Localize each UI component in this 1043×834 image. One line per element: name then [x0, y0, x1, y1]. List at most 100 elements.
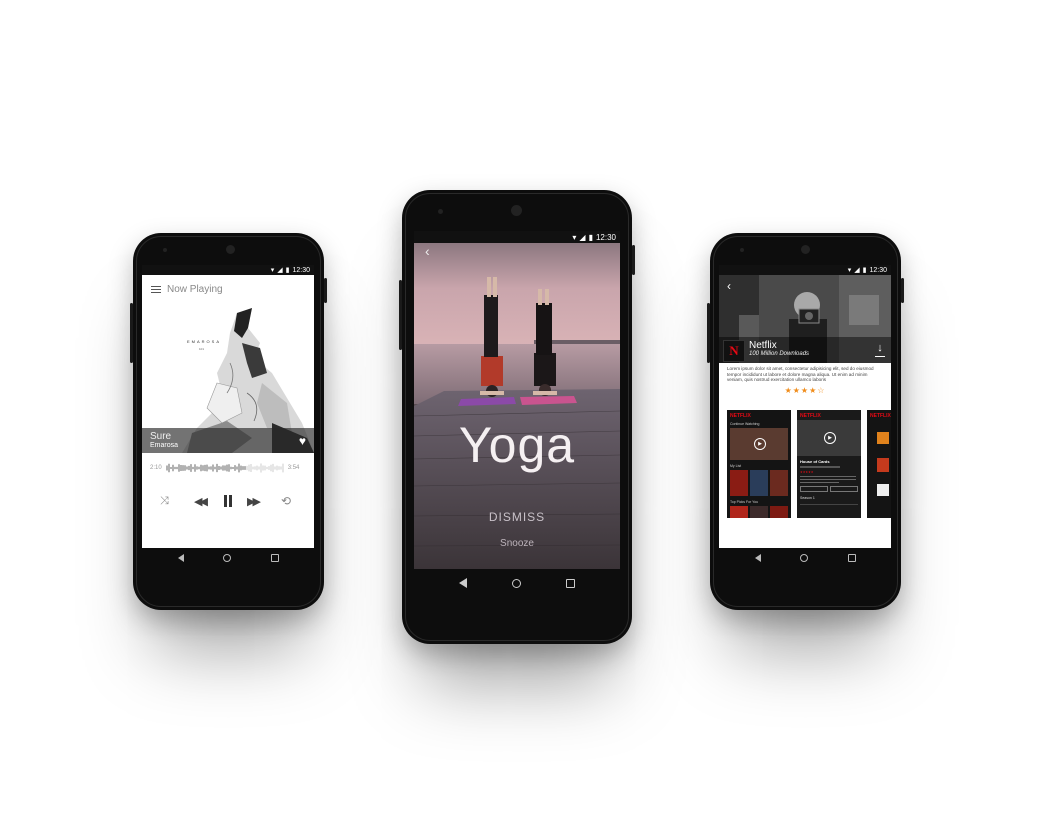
shot-season-label: Season 1 — [800, 496, 815, 500]
front-camera — [801, 245, 810, 254]
nav-bar — [158, 550, 299, 566]
screenshot-carousel[interactable]: NETFLIX Continue Watching ▶ My List Top … — [727, 410, 891, 518]
shot-episode — [800, 504, 858, 511]
phone-yoga: ▾ ◢ ▮ 12:30 ‹ Yoga DISMISS Snooze — [399, 190, 635, 644]
heart-icon[interactable]: ♥ — [299, 434, 306, 448]
wifi-icon: ▾ — [270, 267, 275, 274]
star-icon: ★ — [792, 386, 801, 395]
download-icon[interactable]: ↓ — [875, 342, 885, 357]
waveform-seekbar[interactable] — [166, 462, 284, 474]
shot-posters — [730, 470, 788, 496]
signal-icon: ◢ — [277, 267, 283, 274]
repeat-icon[interactable]: ⟲ — [281, 494, 291, 508]
shot-row3-label: Top Picks For You — [730, 500, 759, 504]
snooze-button[interactable]: Snooze — [414, 538, 620, 549]
power-button — [130, 303, 133, 363]
shot-row2-label: My List — [730, 464, 742, 468]
album-art-title: EMAROSA — [187, 339, 221, 344]
album-art: EMAROSA 101 Sure Emarosa ♥ — [142, 303, 314, 453]
track-info-overlay: Sure Emarosa ♥ — [142, 428, 314, 453]
play-icon: ▶ — [754, 438, 766, 450]
shot-buttons — [800, 486, 858, 492]
volume-button — [901, 278, 904, 303]
shot-text-lines — [800, 476, 856, 483]
status-time: 12:30 — [595, 232, 616, 242]
album-art-subtitle: 101 — [199, 347, 204, 351]
shuffle-icon[interactable]: ⤨ — [160, 495, 169, 508]
music-screen: ▾ ◢ ▮ 12:30 Now Playing EMAROSA 101 Sure… — [142, 265, 314, 548]
app-title-overlay: N Netflix 100 Million Downloads ↓ — [719, 337, 891, 363]
shot-posters-2 — [730, 506, 788, 518]
progress-row: 2:10 3:54 — [142, 461, 314, 475]
dismiss-button[interactable]: DISMISS — [414, 510, 620, 524]
screenshot-1[interactable]: NETFLIX Continue Watching ▶ My List Top … — [727, 410, 791, 518]
status-time: 12:30 — [292, 266, 310, 274]
nav-recents-icon[interactable] — [848, 554, 857, 562]
power-button — [399, 280, 402, 350]
shot-show-title: House of Cards — [800, 459, 830, 464]
play-icon: ▶ — [824, 432, 836, 444]
nav-bar — [735, 550, 876, 566]
nav-back-icon[interactable] — [754, 554, 761, 562]
signal-icon: ◢ — [579, 232, 586, 242]
time-total: 3:54 — [287, 465, 300, 471]
app-header-banner: ‹ N Netflix 100 Million Downloads ↓ — [719, 275, 891, 363]
front-camera — [226, 245, 235, 254]
nav-bar — [437, 574, 597, 592]
shot-stars: ★★★★★ — [800, 470, 814, 474]
fast-forward-icon[interactable]: ▶▶ — [247, 495, 261, 508]
back-arrow-icon[interactable]: ‹ — [425, 243, 430, 259]
shot-tile — [877, 458, 889, 472]
shot-brand: NETFLIX — [730, 413, 751, 419]
nav-recents-icon[interactable] — [565, 578, 575, 588]
sensor — [438, 209, 443, 214]
power-button — [707, 303, 710, 363]
star-icon: ★ — [800, 386, 810, 395]
rewind-icon[interactable]: ◀◀ — [194, 495, 208, 508]
playback-controls: ⤨ ◀◀ ▶▶ ⟲ — [142, 493, 314, 513]
battery-icon: ▮ — [285, 267, 290, 274]
nav-back-icon[interactable] — [177, 554, 184, 562]
music-header: Now Playing — [142, 275, 314, 303]
time-elapsed: 2:10 — [150, 465, 162, 471]
wifi-icon: ▾ — [847, 267, 852, 274]
front-camera — [511, 205, 522, 216]
shot-brand: NETFLIX — [870, 413, 891, 419]
shot-tile — [877, 432, 889, 444]
app-description: Lorem ipsum dolor sit amet, consectetur … — [727, 366, 874, 383]
phone-music: ▾ ◢ ▮ 12:30 Now Playing EMAROSA 101 Sure… — [130, 233, 327, 610]
phone-netflix: ▾ ◢ ▮ 12:30 ‹ N Netflix 100 Million Down… — [707, 233, 904, 610]
nav-home-icon[interactable] — [800, 554, 809, 562]
status-bar: ▾ ◢ ▮ 12:30 — [414, 231, 620, 243]
star-icon: ★ — [784, 386, 793, 395]
netflix-logo-icon: N — [723, 340, 745, 362]
status-bar: ▾ ◢ ▮ 12:30 — [142, 265, 314, 275]
shot-meta — [800, 466, 840, 468]
download-count: 100 Million Downloads — [749, 351, 810, 357]
track-title: Sure — [150, 431, 172, 442]
sensor — [163, 248, 167, 252]
rating-stars: ★★★★☆ — [719, 386, 891, 395]
shot-hero: ▶ — [797, 420, 861, 456]
status-bar: ▾ ◢ ▮ 12:30 — [719, 265, 891, 275]
nav-home-icon[interactable] — [223, 554, 232, 562]
screenshot-2[interactable]: NETFLIX ▶ House of Cards ★★★★★ Season 1 — [797, 410, 861, 518]
back-arrow-icon[interactable]: ‹ — [727, 279, 731, 293]
nav-home-icon[interactable] — [511, 578, 521, 588]
shot-tile — [877, 484, 889, 496]
yoga-screen: ▾ ◢ ▮ 12:30 ‹ Yoga DISMISS Snooze — [414, 231, 620, 569]
netflix-screen: ▾ ◢ ▮ 12:30 ‹ N Netflix 100 Million Down… — [719, 265, 891, 548]
shot-brand: NETFLIX — [800, 413, 821, 419]
volume-button — [632, 245, 635, 275]
track-artist: Emarosa — [150, 442, 179, 449]
alarm-title: Yoga — [458, 417, 576, 473]
star-half-icon: ☆ — [817, 386, 826, 395]
volume-button — [324, 278, 327, 303]
screenshot-3[interactable]: NETFLIX — [867, 410, 891, 518]
pause-icon[interactable] — [223, 495, 233, 507]
nav-recents-icon[interactable] — [271, 554, 280, 562]
nav-back-icon[interactable] — [459, 578, 468, 588]
menu-icon[interactable] — [151, 285, 161, 293]
shot-thumb: ▶ — [730, 428, 788, 460]
battery-icon: ▮ — [588, 232, 593, 242]
